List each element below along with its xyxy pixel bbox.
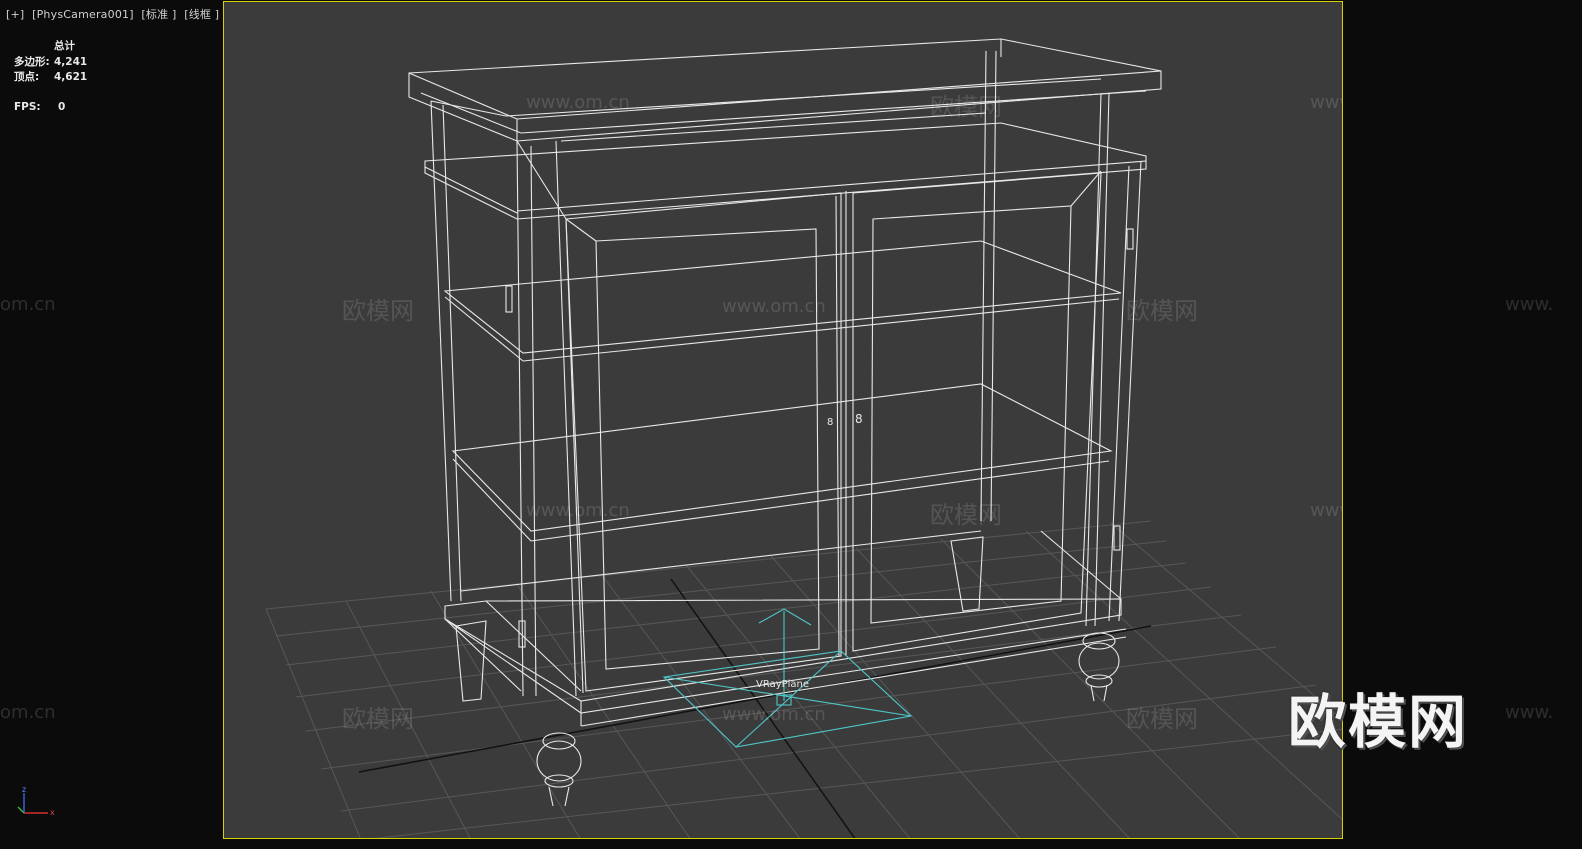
grid-axes (358, 578, 1152, 838)
shading-mode-selector[interactable]: [标准 ] (141, 8, 176, 21)
statistics-overlay: 总计 多边形: 4,241 顶点: 4,621 (14, 38, 87, 85)
verts-label: 顶点: (14, 71, 40, 83)
watermark-url: om.cn (0, 294, 56, 315)
wireframe-scene[interactable]: 8 8 (224, 2, 1343, 839)
polys-label: 多边形: (14, 55, 50, 68)
viewport-label[interactable]: [+] [PhysCamera001] [标准 ] [线框 ] (6, 6, 223, 22)
door-handle-right-icon: 8 (855, 412, 863, 426)
brand-watermark-logo: 欧模网 (1288, 688, 1469, 756)
watermark-url: www. (1505, 702, 1554, 723)
display-mode-selector[interactable]: [线框 ] (184, 8, 219, 21)
y-axis-line (17, 806, 25, 814)
cabinet-wireframe (408, 38, 1162, 807)
stats-header: 总计 (54, 40, 75, 52)
x-axis-label: x (50, 808, 55, 817)
verts-value: 4,621 (54, 71, 88, 83)
z-axis-label: z (22, 785, 26, 794)
viewport-menu-button[interactable]: [+] (6, 8, 24, 21)
watermark-url: www. (1505, 294, 1554, 315)
fps-label: FPS: (14, 101, 41, 113)
polys-value: 4,241 (54, 55, 88, 68)
door-handle-left-icon: 8 (827, 417, 833, 428)
active-viewport[interactable]: 8 8 欧模网 www.om.cn 欧模网 www.om.cn 欧模网 www.… (223, 1, 1343, 839)
fps-value: 0 (58, 101, 66, 113)
vray-plane-label: VRayPlane (756, 679, 810, 690)
fps-readout: FPS: 0 (14, 101, 65, 113)
axis-gizmo-icon: z x (17, 785, 55, 817)
camera-selector[interactable]: [PhysCamera001] (32, 8, 134, 21)
watermark-url: om.cn (0, 702, 56, 723)
